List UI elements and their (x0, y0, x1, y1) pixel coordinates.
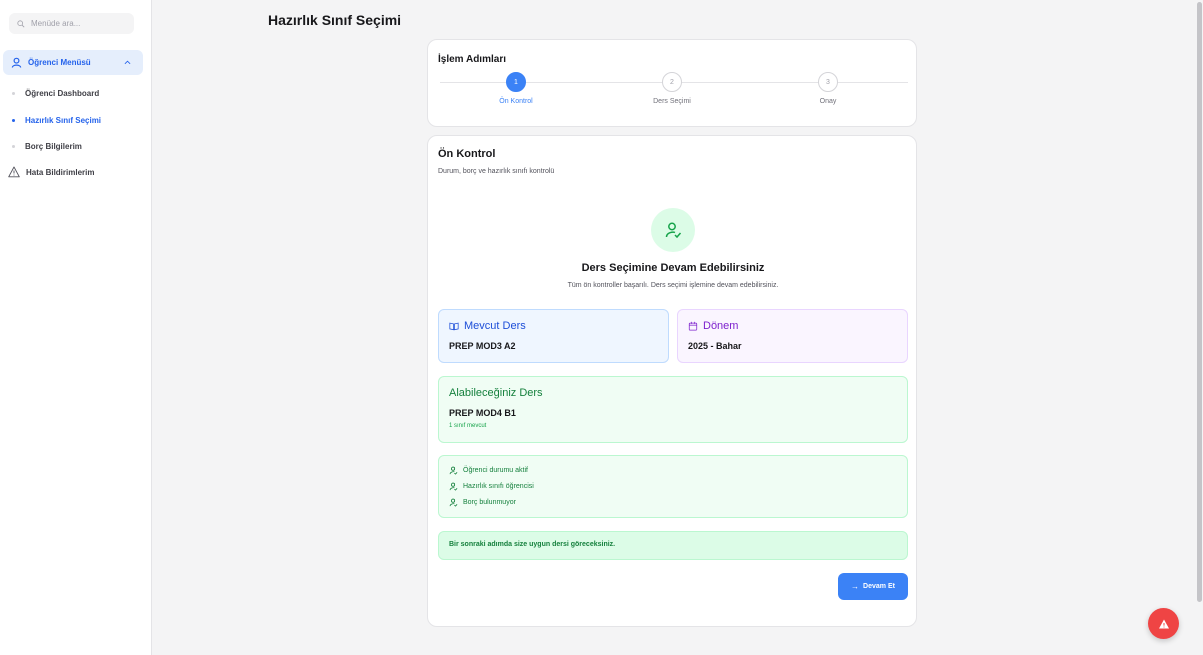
current-course-value: PREP MOD3 A2 (449, 341, 516, 351)
term-value: 2025 - Bahar (688, 341, 742, 351)
scrollbar-thumb[interactable] (1197, 2, 1202, 602)
sidebar-item-label: Borç Bilgilerim (25, 141, 82, 151)
check-label: Hazırlık sınıfı öğrencisi (463, 482, 534, 490)
continue-button[interactable]: → Devam Et (838, 573, 908, 600)
search-input[interactable]: Menüde ara... (31, 19, 80, 28)
step-3-indicator: 3 (818, 72, 838, 92)
book-open-icon (449, 322, 459, 331)
sidebar-item-label: Hata Bildirimlerim (26, 167, 95, 177)
calendar-icon (688, 321, 698, 331)
arrow-right-icon: → (851, 582, 860, 591)
step-2-label: Ders Seçimi (653, 98, 691, 105)
steps-card: İşlem Adımları 1 Ön Kontrol 2 Ders Seçim… (427, 39, 917, 127)
bullet-icon (12, 144, 15, 148)
notice-text: Bir sonraki adımda size uygun dersi göre… (449, 541, 616, 548)
user-check-icon (449, 466, 458, 475)
steps-title: İşlem Adımları (438, 54, 506, 65)
current-course-box: Mevcut Ders PREP MOD3 A2 (438, 309, 669, 363)
success-subtitle: Tüm ön kontroller başarılı. Ders seçimi … (567, 282, 779, 289)
continue-label: Devam Et (863, 583, 895, 590)
check-item: Öğrenci durumu aktif (449, 462, 897, 478)
step-number: 1 (514, 78, 518, 86)
bullet-icon (12, 118, 15, 122)
report-error-fab[interactable] (1148, 608, 1179, 639)
page-title: Hazırlık Sınıf Seçimi (268, 12, 402, 28)
term-box: Dönem 2025 - Bahar (677, 309, 908, 363)
available-course-label: Alabileceğiniz Ders (449, 387, 543, 399)
success-badge (651, 208, 695, 252)
search-icon (17, 19, 25, 27)
section-title: Ön Kontrol (438, 148, 496, 160)
sidebar-search[interactable]: Menüde ara... (9, 13, 134, 34)
available-course-box: Alabileceğiniz Ders PREP MOD4 B1 1 sınıf… (438, 376, 908, 443)
sidebar-item-prep-class-selection[interactable]: Hazırlık Sınıf Seçimi (12, 113, 101, 127)
available-course-value: PREP MOD4 B1 (449, 408, 516, 418)
menu-group-label: Öğrenci Menüsü (28, 58, 91, 67)
page-scrollbar[interactable] (1195, 0, 1203, 655)
available-course-note: 1 sınıf mevcut (449, 423, 487, 429)
checks-box: Öğrenci durumu aktif Hazırlık sınıfı öğr… (438, 455, 908, 518)
menu-group-student[interactable]: Öğrenci Menüsü (3, 50, 143, 75)
user-check-icon (665, 222, 682, 239)
step-number: 2 (670, 78, 674, 86)
chevron-up-icon[interactable] (124, 59, 131, 66)
step-number: 3 (826, 78, 830, 86)
user-icon (11, 57, 22, 68)
check-item: Borç bulunmuyor (449, 494, 897, 510)
step-1-indicator: 1 (506, 72, 526, 92)
step-3-label: Onay (819, 98, 837, 105)
precheck-card: Ön Kontrol Durum, borç ve hazırlık sınıf… (427, 135, 917, 627)
term-label: Dönem (703, 320, 739, 332)
sidebar-item-label: Öğrenci Dashboard (25, 88, 100, 98)
alert-triangle-icon (1158, 619, 1169, 628)
step-1-label: Ön Kontrol (499, 98, 533, 105)
current-course-label: Mevcut Ders (464, 320, 526, 332)
bullet-icon (12, 91, 15, 95)
sidebar-item-debt-info[interactable]: Borç Bilgilerim (12, 139, 82, 153)
success-title: Ders Seçimine Devam Edebilirsiniz (581, 262, 765, 274)
step-2-indicator: 2 (662, 72, 682, 92)
sidebar-item-error-reports[interactable]: Hata Bildirimlerim (8, 165, 94, 179)
check-item: Hazırlık sınıfı öğrencisi (449, 478, 897, 494)
check-label: Borç bulunmuyor (463, 498, 516, 506)
sidebar-item-dashboard[interactable]: Öğrenci Dashboard (12, 86, 99, 100)
sidebar: Menüde ara... Öğrenci Menüsü Öğrenci Das… (0, 0, 152, 655)
user-check-icon (449, 482, 458, 491)
check-label: Öğrenci durumu aktif (463, 466, 528, 474)
sidebar-item-label: Hazırlık Sınıf Seçimi (25, 115, 102, 125)
user-check-icon (449, 498, 458, 507)
section-subtitle: Durum, borç ve hazırlık sınıfı kontrolü (438, 168, 555, 175)
notice-box: Bir sonraki adımda size uygun dersi göre… (438, 531, 908, 560)
warning-triangle-icon (8, 166, 20, 178)
